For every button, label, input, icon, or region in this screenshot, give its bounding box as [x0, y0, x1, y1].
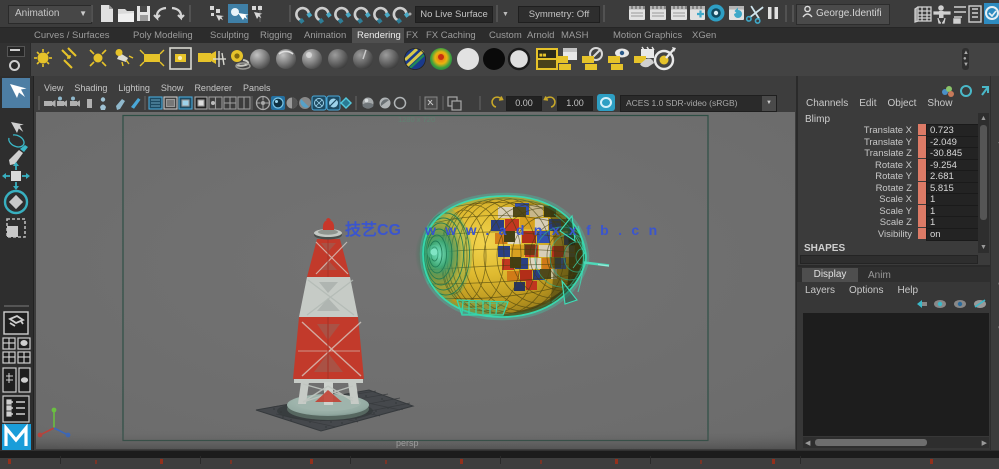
svg-text:www.adnxxfb.cn: www.adnxxfb.cn: [424, 222, 667, 238]
svg-text:技艺CG: 技艺CG: [345, 220, 401, 239]
svg-text:1280 x 720: 1280 x 720: [398, 115, 435, 124]
svg-text:■■: ■■: [539, 53, 547, 59]
svg-text:persp: persp: [396, 438, 419, 448]
